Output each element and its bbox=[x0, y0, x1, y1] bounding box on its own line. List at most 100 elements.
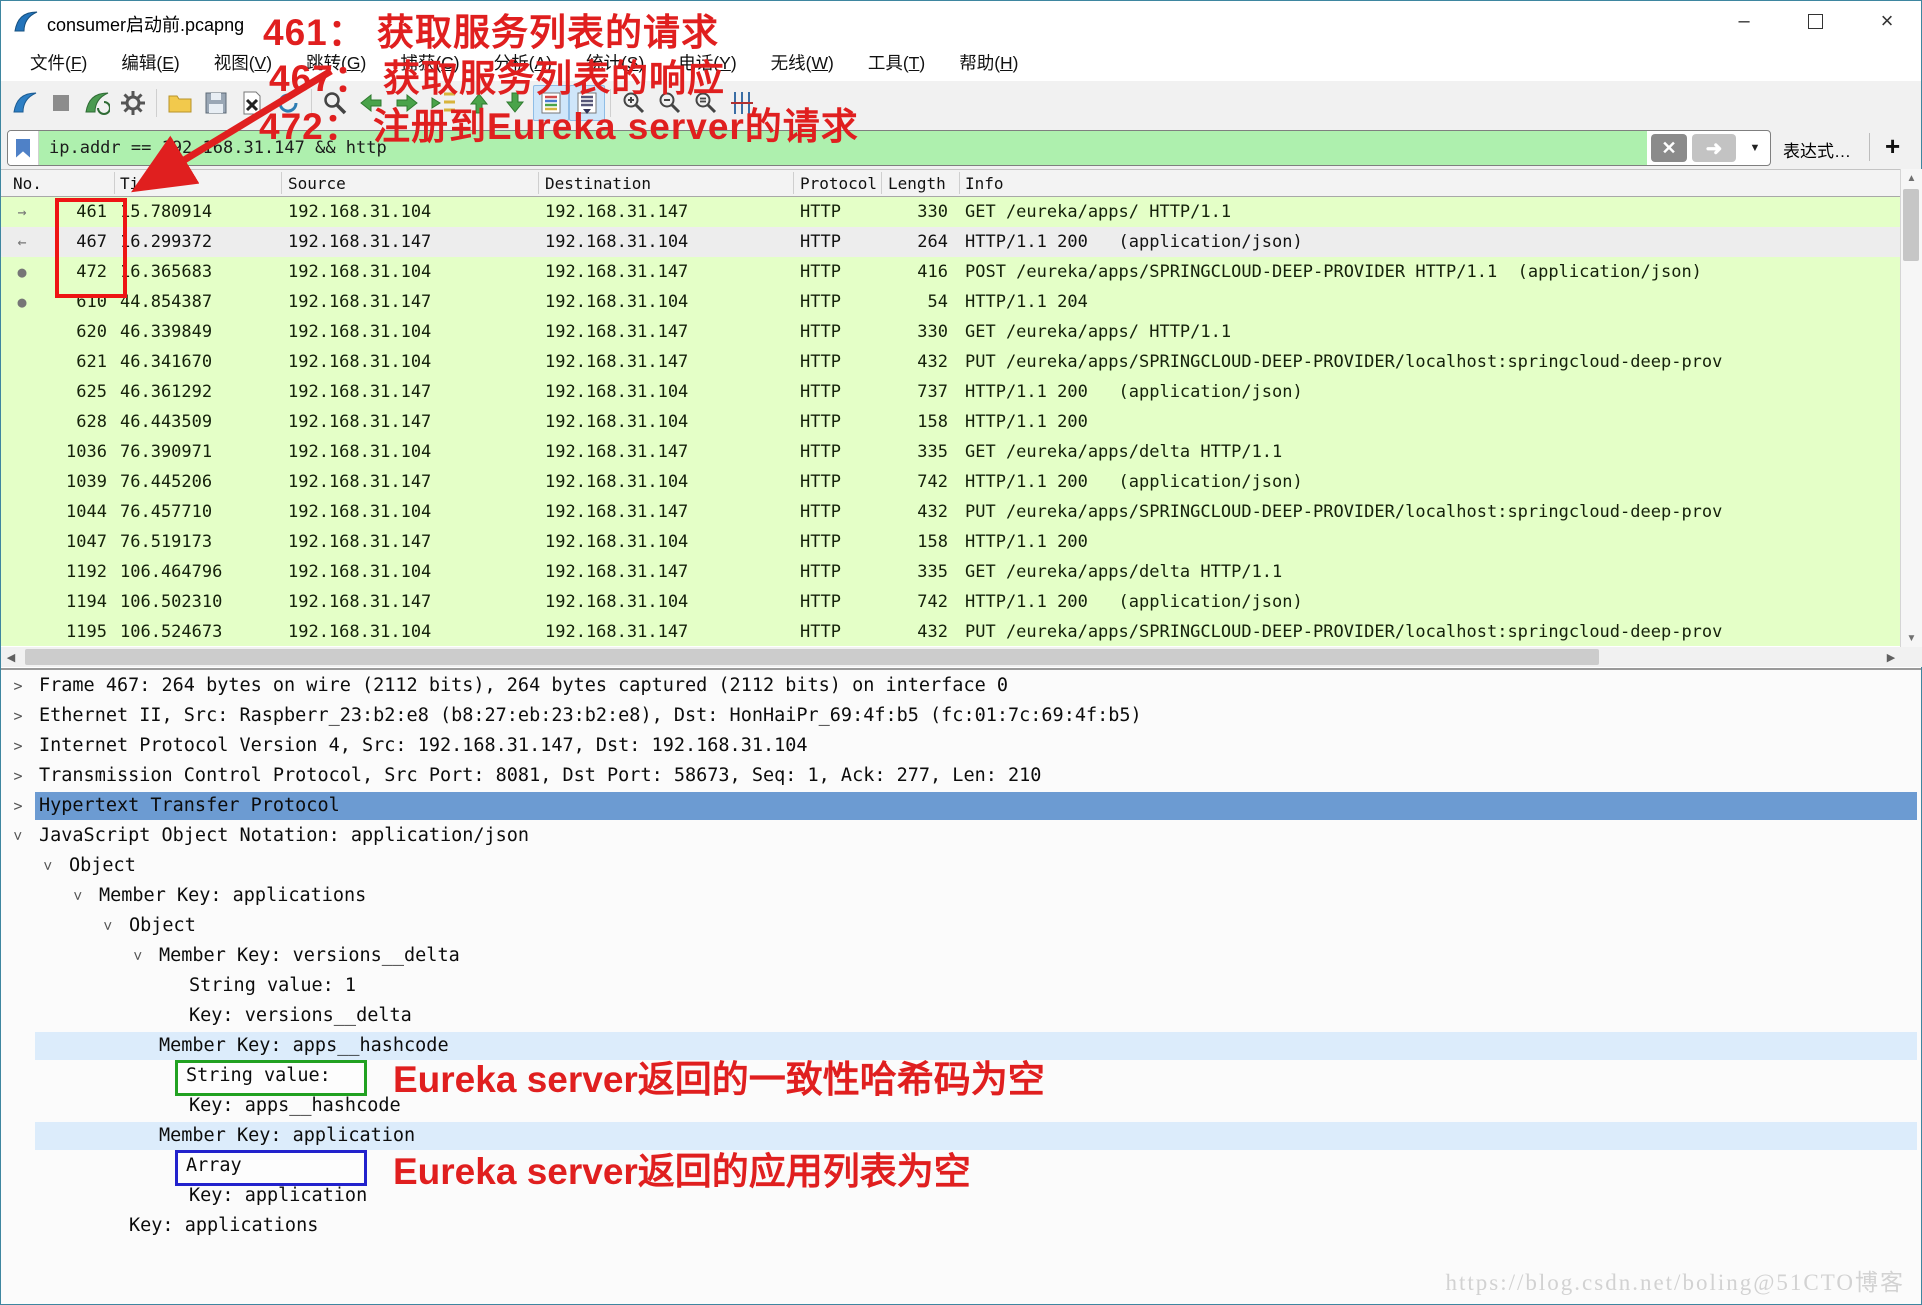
detail-line-5[interactable]: >JavaScript Object Notation: application… bbox=[1, 821, 1921, 851]
filter-bookmark-icon[interactable] bbox=[8, 131, 39, 165]
packet-row-1195[interactable]: 1195106.524673192.168.31.104192.168.31.1… bbox=[1, 617, 1900, 646]
detail-line-7[interactable]: > Member Key: applications bbox=[1, 881, 1921, 911]
horizontal-scroll-thumb[interactable] bbox=[25, 649, 1599, 665]
detail-text: Member Key: applications bbox=[99, 881, 366, 911]
window-title: consumer启动前.pcapng bbox=[47, 11, 244, 37]
filter-apply-icon[interactable]: ➜ bbox=[1692, 134, 1736, 162]
cell-dst: 192.168.31.147 bbox=[545, 497, 688, 527]
collapse-arrow-icon[interactable]: > bbox=[63, 887, 93, 905]
packet-list-header[interactable]: No. Time Source Destination Protocol Length In… bbox=[1, 169, 1900, 197]
column-header-time[interactable]: Time bbox=[120, 174, 159, 193]
collapse-arrow-icon[interactable]: > bbox=[3, 827, 33, 845]
packet-row-467[interactable]: ←46716.299372192.168.31.147192.168.31.10… bbox=[1, 227, 1900, 257]
close-button[interactable]: × bbox=[1870, 7, 1904, 35]
detail-line-9[interactable]: >Member Key: versions__delta bbox=[1, 941, 1921, 971]
packet-row-610[interactable]: ●61044.854387192.168.31.147192.168.31.10… bbox=[1, 287, 1900, 317]
column-header-destination[interactable]: Destination bbox=[545, 174, 651, 193]
scroll-down-icon[interactable]: ▼ bbox=[1901, 629, 1922, 647]
column-separator[interactable] bbox=[538, 172, 539, 194]
detail-line-0[interactable]: >Frame 467: 264 bytes on wire (2112 bits… bbox=[1, 671, 1921, 701]
collapse-arrow-icon[interactable]: > bbox=[33, 857, 63, 875]
cell-len: 264 bbox=[868, 227, 948, 257]
packet-row-625[interactable]: 62546.361292192.168.31.147192.168.31.104… bbox=[1, 377, 1900, 407]
detail-text: String value: 1 bbox=[189, 971, 356, 1001]
packet-row-621[interactable]: 62146.341670192.168.31.104192.168.31.147… bbox=[1, 347, 1900, 377]
detail-line-2[interactable]: >Internet Protocol Version 4, Src: 192.1… bbox=[1, 731, 1921, 761]
start-capture-icon[interactable] bbox=[7, 85, 43, 121]
expression-button[interactable]: 表达式… bbox=[1783, 137, 1851, 162]
horizontal-scrollbar[interactable]: ◀ ▶ bbox=[1, 647, 1922, 667]
cell-len: 335 bbox=[868, 557, 948, 587]
packet-row-461[interactable]: →46115.780914192.168.31.104192.168.31.14… bbox=[1, 197, 1900, 227]
detail-line-10[interactable]: String value: 1 bbox=[1, 971, 1921, 1001]
cell-time: 46.361292 bbox=[120, 377, 212, 407]
filter-clear-icon[interactable]: ✕ bbox=[1651, 134, 1687, 162]
collapse-arrow-icon[interactable]: > bbox=[93, 917, 123, 935]
cell-src: 192.168.31.147 bbox=[288, 377, 431, 407]
capture-options-icon[interactable] bbox=[115, 85, 151, 121]
maximize-button[interactable] bbox=[1798, 7, 1832, 35]
packet-row-628[interactable]: 62846.443509192.168.31.147192.168.31.104… bbox=[1, 407, 1900, 437]
cell-len: 330 bbox=[868, 197, 948, 227]
restart-capture-icon[interactable] bbox=[79, 85, 115, 121]
cell-len: 432 bbox=[868, 617, 948, 646]
packet-row-472[interactable]: ●47216.365683192.168.31.104192.168.31.14… bbox=[1, 257, 1900, 287]
menu-item-h[interactable]: 帮助(H) bbox=[942, 50, 1035, 75]
column-separator[interactable] bbox=[281, 172, 282, 194]
column-separator[interactable] bbox=[793, 172, 794, 194]
packet-row-1044[interactable]: 104476.457710192.168.31.104192.168.31.14… bbox=[1, 497, 1900, 527]
expand-arrow-icon[interactable]: > bbox=[9, 671, 27, 701]
packet-row-1194[interactable]: 1194106.502310192.168.31.147192.168.31.1… bbox=[1, 587, 1900, 617]
expand-arrow-icon[interactable]: > bbox=[9, 731, 27, 761]
scroll-right-icon[interactable]: ▶ bbox=[1881, 647, 1901, 667]
detail-line-8[interactable]: >Object bbox=[1, 911, 1921, 941]
menu-item-t[interactable]: 工具(T) bbox=[851, 50, 942, 75]
column-header-protocol[interactable]: Protocol bbox=[800, 174, 877, 193]
open-file-icon[interactable] bbox=[162, 85, 198, 121]
packet-row-1047[interactable]: 104776.519173192.168.31.147192.168.31.10… bbox=[1, 527, 1900, 557]
vertical-scroll-thumb[interactable] bbox=[1903, 189, 1919, 261]
packet-row-1039[interactable]: 103976.445206192.168.31.147192.168.31.10… bbox=[1, 467, 1900, 497]
cell-len: 742 bbox=[868, 467, 948, 497]
column-separator[interactable] bbox=[114, 172, 115, 194]
detail-line-3[interactable]: >Transmission Control Protocol, Src Port… bbox=[1, 761, 1921, 791]
detail-line-6[interactable]: >Object bbox=[1, 851, 1921, 881]
detail-line-18[interactable]: Key: applications bbox=[1, 1211, 1921, 1241]
cell-time: 15.780914 bbox=[120, 197, 212, 227]
filter-dropdown-icon[interactable]: ▼ bbox=[1742, 131, 1768, 165]
annotation-applist-empty: Eureka server返回的应用列表为空 bbox=[393, 1141, 971, 1195]
cell-len: 335 bbox=[868, 437, 948, 467]
cell-proto: HTTP bbox=[800, 197, 841, 227]
packet-row-620[interactable]: 62046.339849192.168.31.104192.168.31.147… bbox=[1, 317, 1900, 347]
column-header-source[interactable]: Source bbox=[288, 174, 346, 193]
column-header-info[interactable]: Info bbox=[965, 174, 1004, 193]
detail-text: Member Key: application bbox=[159, 1121, 415, 1151]
save-file-icon[interactable] bbox=[198, 85, 234, 121]
minimize-button[interactable]: – bbox=[1727, 7, 1761, 35]
menu-item-w[interactable]: 无线(W) bbox=[754, 50, 851, 75]
packet-row-1036[interactable]: 103676.390971192.168.31.104192.168.31.14… bbox=[1, 437, 1900, 467]
cell-info: GET /eureka/apps/ HTTP/1.1 bbox=[965, 197, 1900, 227]
scroll-left-icon[interactable]: ◀ bbox=[1, 647, 21, 667]
detail-line-1[interactable]: >Ethernet II, Src: Raspberr_23:b2:e8 (b8… bbox=[1, 701, 1921, 731]
cell-no: 621 bbox=[29, 347, 107, 377]
expand-arrow-icon[interactable]: > bbox=[9, 761, 27, 791]
column-separator[interactable] bbox=[881, 172, 882, 194]
menu-item-f[interactable]: 文件(F) bbox=[13, 50, 104, 75]
detail-line-11[interactable]: Key: versions__delta bbox=[1, 1001, 1921, 1031]
cell-dst: 192.168.31.147 bbox=[545, 347, 688, 377]
column-header-length[interactable]: Length bbox=[888, 174, 946, 193]
packet-row-1192[interactable]: 1192106.464796192.168.31.104192.168.31.1… bbox=[1, 557, 1900, 587]
add-filter-button[interactable]: + bbox=[1885, 131, 1900, 162]
cell-len: 158 bbox=[868, 407, 948, 437]
column-header-no[interactable]: No. bbox=[13, 174, 42, 193]
expand-arrow-icon[interactable]: > bbox=[9, 701, 27, 731]
column-separator[interactable] bbox=[959, 172, 960, 194]
expand-arrow-icon[interactable]: > bbox=[9, 791, 27, 821]
collapse-arrow-icon[interactable]: > bbox=[123, 947, 153, 965]
menu-item-e[interactable]: 编辑(E) bbox=[104, 50, 196, 75]
vertical-scrollbar[interactable]: ▲ ▼ bbox=[1900, 169, 1922, 647]
detail-line-4[interactable]: >Hypertext Transfer Protocol bbox=[1, 791, 1921, 821]
stop-capture-icon[interactable] bbox=[43, 85, 79, 121]
scroll-up-icon[interactable]: ▲ bbox=[1901, 169, 1922, 187]
